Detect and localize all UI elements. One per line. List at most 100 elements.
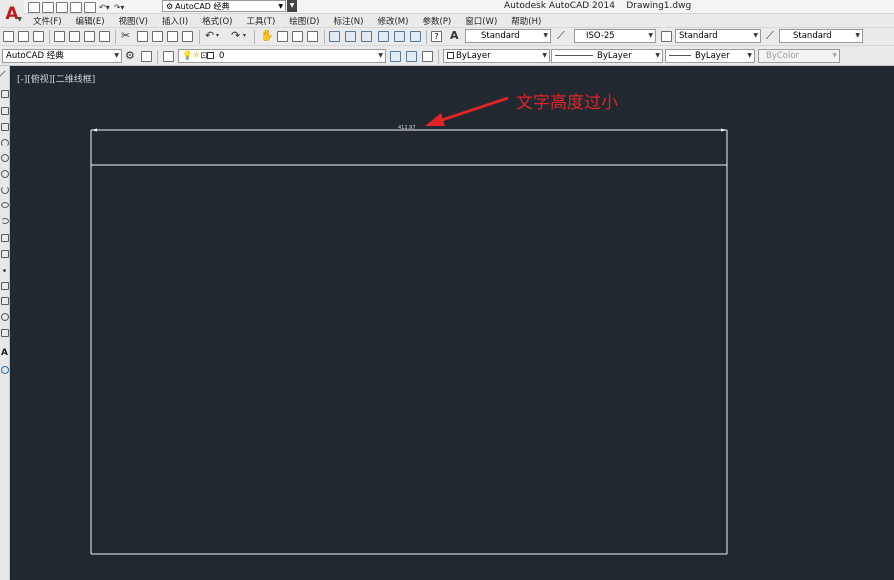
plot-icon[interactable] [54,31,65,42]
text-style-combo[interactable]: Standard ▼ [465,29,551,43]
tool-palettes-icon[interactable] [361,31,372,42]
workspace-settings-icon[interactable] [141,51,152,62]
table-style-value: Standard [679,31,718,41]
cut-icon[interactable]: ✂ [121,29,130,43]
menu-tools[interactable]: 工具(T) [244,15,277,27]
circle-icon[interactable] [1,154,9,162]
menu-format[interactable]: 格式(O) [200,15,234,27]
add-selected-icon[interactable] [1,366,9,374]
table-style-icon[interactable] [661,31,672,42]
menu-help[interactable]: 帮助(H) [509,15,543,27]
pan-icon[interactable]: ✋ [260,29,274,43]
color-value: ByLayer [456,51,491,61]
undo-icon[interactable]: ↶ [205,29,214,43]
text-style-icon[interactable]: A [450,29,459,43]
copy-icon[interactable] [137,31,148,42]
dimension-style-combo[interactable]: ISO-25 ▼ [574,29,656,43]
toolbar-separator [254,30,255,44]
toolbar-separator [426,30,427,44]
make-current-icon[interactable] [390,51,401,62]
point-icon[interactable] [3,269,6,272]
design-center-icon[interactable] [345,31,356,42]
dimension-style-value: ISO-25 [586,31,615,41]
viewport-controls-label[interactable]: [-][俯视][二维线框] [17,72,95,85]
paste-icon[interactable] [152,31,163,42]
workspace-combo[interactable]: ⚙ AutoCAD 经典 ▼ [162,0,286,12]
application-menu-button[interactable]: A ▼ [0,0,24,27]
open-file-icon[interactable] [18,31,29,42]
toolbar-separator [157,50,158,64]
new-file-icon[interactable] [28,1,40,13]
menu-window[interactable]: 窗口(W) [463,15,499,27]
plot-icon[interactable] [84,1,96,13]
region-icon[interactable] [1,313,9,321]
menu-bar: 文件(F) 编辑(E) 视图(V) 插入(I) 格式(O) 工具(T) 绘图(D… [24,14,894,27]
publish-icon[interactable] [84,31,95,42]
ellipse-icon[interactable] [1,202,9,208]
spline-icon[interactable] [1,186,9,194]
multileader-style-value: Standard [793,31,832,41]
workspace-switch-combo[interactable]: AutoCAD 经典 ▼ [2,49,122,63]
annotation-text: 文字高度过小 [516,93,618,113]
undo-icon[interactable]: ↶▾ [99,3,110,12]
block-editor-icon[interactable] [182,31,193,42]
mtext-icon[interactable]: A [1,348,8,358]
multileader-style-icon[interactable]: ⟋ [766,29,774,43]
menu-view[interactable]: 视图(V) [117,15,150,27]
quickcalc-icon[interactable] [410,31,421,42]
window-title: Autodesk AutoCAD 2014 Drawing1.dwg [504,1,692,11]
menu-file[interactable]: 文件(F) [31,15,64,27]
revcloud-icon[interactable] [1,170,9,178]
menu-draw[interactable]: 绘图(D) [287,15,321,27]
ellipse-arc-icon[interactable] [1,218,9,224]
polyline-icon[interactable] [1,90,9,98]
menu-modify[interactable]: 修改(M) [375,15,410,27]
sheet-set-icon[interactable] [378,31,389,42]
markup-icon[interactable] [394,31,405,42]
help-icon[interactable]: ? [431,31,442,42]
insert-block-icon[interactable] [1,234,9,242]
drawing-canvas[interactable] [10,66,894,580]
layer-combo[interactable]: 💡☼⊡ 0 ▼ [178,49,386,63]
make-block-icon[interactable] [1,250,9,258]
rectangle-icon[interactable] [1,123,9,131]
gear-icon[interactable]: ⚙ [125,49,135,63]
zoom-previous-icon[interactable] [307,31,318,42]
layer-previous-icon[interactable] [406,51,417,62]
layer-properties-icon[interactable] [163,51,174,62]
lineweight-combo[interactable]: ByLayer ▼ [665,49,755,63]
toolbar-separator [49,30,50,44]
layer-states-icon[interactable] [422,51,433,62]
3d-print-icon[interactable] [99,31,110,42]
chevron-down-icon[interactable]: ▾ [216,29,219,43]
redo-icon[interactable]: ↷▾ [114,3,125,12]
customize-qat-button[interactable]: ▼ [287,0,297,12]
new-file-icon[interactable] [3,31,14,42]
dimension-style-icon[interactable]: ⟋ [557,29,565,43]
polygon-icon[interactable] [1,107,9,115]
match-properties-icon[interactable] [167,31,178,42]
open-file-icon[interactable] [42,1,54,13]
menu-edit[interactable]: 编辑(E) [74,15,107,27]
hatch-icon[interactable] [1,282,9,290]
menu-parametric[interactable]: 参数(P) [420,15,453,27]
table-style-combo[interactable]: Standard ▼ [675,29,761,43]
gradient-icon[interactable] [1,297,9,305]
multileader-style-combo[interactable]: Standard ▼ [779,29,863,43]
properties-icon[interactable] [329,31,340,42]
color-combo[interactable]: ByLayer ▼ [443,49,550,63]
save-icon[interactable] [33,31,44,42]
menu-dimension[interactable]: 标注(N) [331,15,365,27]
chevron-down-icon[interactable]: ▾ [243,29,246,43]
zoom-realtime-icon[interactable] [277,31,288,42]
save-icon[interactable] [56,1,68,13]
table-icon[interactable] [1,329,9,337]
linetype-combo[interactable]: ByLayer ▼ [551,49,663,63]
redo-icon[interactable]: ↷ [231,29,240,43]
dimension-text[interactable]: 412.97 [398,125,416,131]
zoom-window-icon[interactable] [292,31,303,42]
save-as-icon[interactable] [70,1,82,13]
plot-preview-icon[interactable] [69,31,80,42]
menu-insert[interactable]: 插入(I) [160,15,190,27]
arc-icon[interactable] [1,139,9,147]
